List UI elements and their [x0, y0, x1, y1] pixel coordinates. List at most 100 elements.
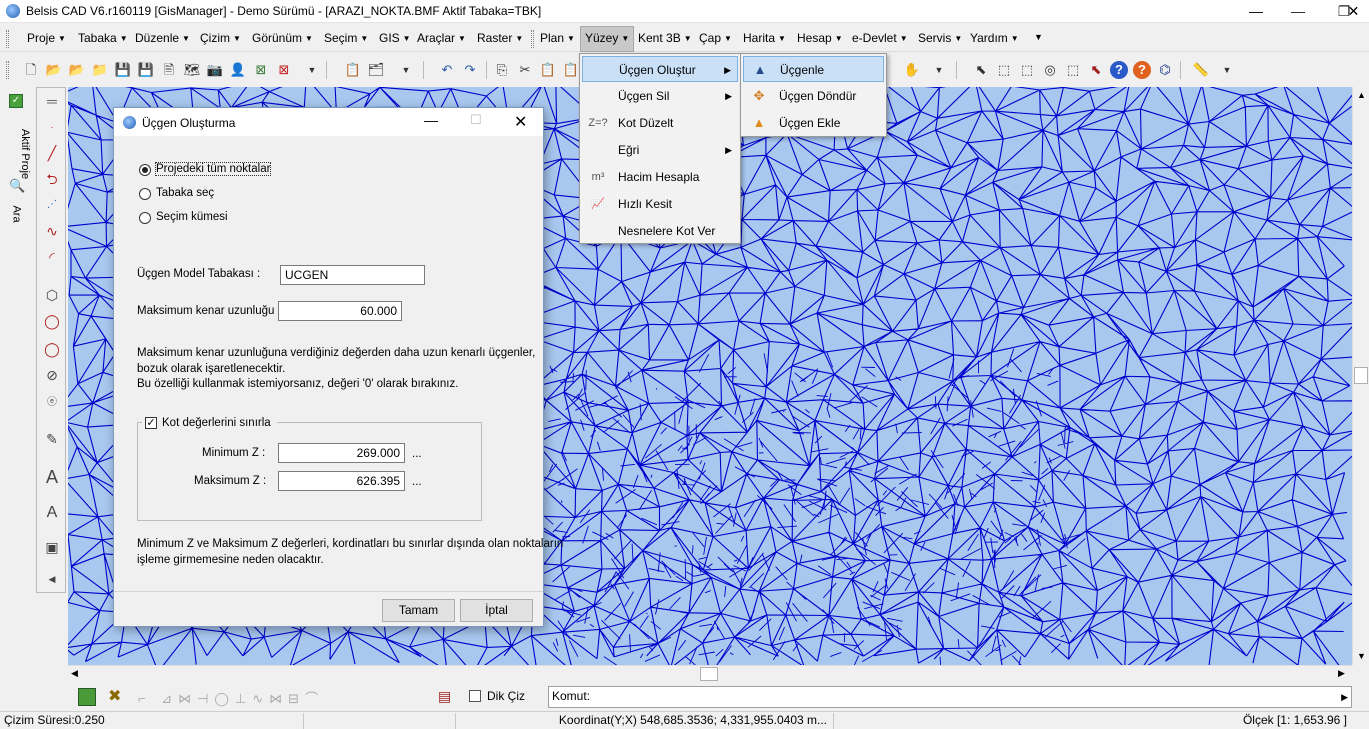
cancel-button[interactable]: İptal	[460, 599, 533, 622]
cut-icon[interactable]: ✂	[516, 61, 534, 79]
scroll-down-icon[interactable]: ▼	[1357, 651, 1366, 661]
polyline-icon[interactable]: ⮌	[41, 168, 63, 190]
layers-icon[interactable]: 🗂	[367, 61, 385, 79]
layer-stack-icon[interactable]: ▤	[438, 688, 451, 705]
open-folder-icon[interactable]: 📂	[45, 61, 63, 79]
menu-15[interactable]: e-Devlet ▼	[852, 31, 908, 47]
save-as-icon[interactable]: 💾	[137, 61, 155, 79]
point-icon[interactable]: ·	[41, 116, 63, 138]
limit-z-label[interactable]: Kot değerlerini sınırla	[162, 417, 271, 429]
radio-layer[interactable]	[139, 188, 151, 200]
max-z-input[interactable]: 626.395	[278, 471, 405, 491]
deselect-icon[interactable]: ⬉	[1087, 61, 1105, 79]
camera-icon[interactable]: 📷	[206, 61, 224, 79]
menu-7[interactable]: Araçlar ▼	[417, 31, 466, 47]
menubar-overflow-icon[interactable]: ▼	[1034, 32, 1043, 42]
yuzey-menu-item-4[interactable]: m³ Hacim Hesapla	[582, 164, 738, 190]
copy-icon[interactable]: ⎘	[493, 61, 511, 79]
menu-8[interactable]: Raster ▼	[477, 31, 523, 47]
toolbar-dropdown-4-icon[interactable]: ▼	[1218, 61, 1236, 79]
new-file-icon[interactable]: 🗋	[22, 61, 40, 79]
redo-icon[interactable]: ↷	[461, 61, 479, 79]
command-scroll-icon[interactable]: ▶	[1341, 692, 1348, 703]
tab-ara[interactable]: Ara	[11, 205, 23, 222]
menu-4[interactable]: Görünüm ▼	[252, 31, 313, 47]
menu-3[interactable]: Çizim ▼	[200, 31, 241, 47]
yuzey-menu-item-2[interactable]: Z=? Kot Düzelt	[582, 110, 738, 136]
arc-icon[interactable]: ◜	[41, 246, 63, 268]
toolbar-dropdown-3-icon[interactable]: ▼	[930, 61, 948, 79]
hscroll-thumb[interactable]	[700, 667, 718, 681]
menu-11[interactable]: Kent 3B ▼	[638, 31, 692, 47]
dialog-maximize-button[interactable]: ☐	[470, 112, 482, 128]
yuzey-menu-item-6[interactable]: Nesnelere Kot Ver	[582, 218, 738, 244]
save-icon[interactable]: 💾	[114, 61, 132, 79]
snap-modes-icons[interactable]: ⌐ ⊿⋈⊣◯⊥∿⋈⊟⌒	[138, 688, 324, 707]
select-window-icon[interactable]: ⬚	[995, 61, 1013, 79]
min-z-browse[interactable]: ...	[412, 448, 422, 460]
drawbar-collapse-icon[interactable]: ◀	[41, 568, 63, 590]
ellipse-icon[interactable]: ⓔ	[41, 392, 63, 414]
menu-1[interactable]: Tabaka ▼	[78, 31, 128, 47]
add-folder-icon[interactable]: 📁	[91, 61, 109, 79]
paste-icon[interactable]: 📋	[539, 61, 557, 79]
project-check-icon[interactable]: ✓	[9, 94, 23, 108]
vertical-scrollbar[interactable]: ▲ ▼	[1352, 87, 1369, 665]
radio-selection[interactable]	[139, 212, 151, 224]
horizontal-scrollbar[interactable]: ◀ ▶	[68, 665, 1352, 682]
close-button[interactable]: ✕	[1338, 0, 1369, 22]
min-z-input[interactable]: 269.000	[278, 443, 405, 463]
help-icon[interactable]: ?	[1133, 61, 1151, 79]
yuzey-menu-item-0[interactable]: Üçgen Oluştur ▶	[582, 56, 738, 82]
radio-all-points[interactable]	[139, 164, 151, 176]
info-icon[interactable]: ?	[1110, 61, 1128, 79]
max-z-browse[interactable]: ...	[412, 476, 422, 488]
minimize-button-2[interactable]: —	[1233, 0, 1279, 22]
select-circle-icon[interactable]: ◎	[1041, 61, 1059, 79]
yuzey-menu-item-3[interactable]: Eğri ▶	[582, 137, 738, 163]
search-icon[interactable]: 🔍	[9, 178, 25, 194]
pen-icon[interactable]: ✎	[41, 428, 63, 450]
select-cross-icon[interactable]: ⬚	[1018, 61, 1036, 79]
spline-icon[interactable]: ∿	[41, 220, 63, 242]
menu-5[interactable]: Seçim ▼	[324, 31, 368, 47]
spline-points-icon[interactable]: ⋰	[41, 194, 63, 216]
ruler-icon[interactable]: 📏	[1190, 61, 1212, 79]
select-arrow-icon[interactable]: ⬉	[972, 61, 990, 79]
undo-icon[interactable]: ↶	[438, 61, 456, 79]
polygon-icon[interactable]: ⬡	[41, 284, 63, 306]
layer-color-icon[interactable]	[78, 688, 96, 706]
command-input[interactable]: Komut: ▶	[548, 686, 1352, 708]
menu-14[interactable]: Hesap ▼	[797, 31, 843, 47]
line-icon[interactable]: ╱	[41, 142, 63, 164]
menu-0[interactable]: Proje ▼	[27, 31, 66, 47]
binoculars-icon[interactable]: ⌬	[1156, 61, 1174, 79]
dialog-close-button[interactable]: ✕	[514, 112, 527, 132]
menu-17[interactable]: Yardım ▼	[970, 31, 1019, 47]
text-path-icon[interactable]: A	[41, 502, 63, 524]
toolbar-dropdown-icon[interactable]: ▼	[303, 61, 321, 79]
paste-special-icon[interactable]: 📋	[562, 61, 580, 79]
export-icon[interactable]: ⊠	[275, 61, 293, 79]
tab-aktif-proje[interactable]: Aktif Proje	[19, 129, 31, 179]
ucgen-submenu-item-0[interactable]: ▲ Üçgenle	[743, 56, 884, 82]
open-folder-2-icon[interactable]: 📂	[68, 61, 86, 79]
menu-16[interactable]: Servis ▼	[918, 31, 962, 47]
circle-icon[interactable]: ◯	[41, 310, 63, 332]
max-edge-input[interactable]: 60.000	[278, 301, 402, 321]
user-icon[interactable]: 👤	[229, 61, 247, 79]
yuzey-menu-item-5[interactable]: 📈 Hızlı Kesit	[582, 191, 738, 217]
print-preview-icon[interactable]: 🖹	[160, 61, 178, 79]
yuzey-menu-item-1[interactable]: Üçgen Sil ▶	[582, 83, 738, 109]
layer-input[interactable]: UCGEN	[280, 265, 425, 285]
circle-center-icon[interactable]: ⊘	[41, 364, 63, 386]
pan-icon[interactable]: ✋	[903, 61, 921, 79]
menu-13[interactable]: Harita ▼	[743, 31, 786, 47]
google-icon[interactable]: 🗺	[183, 61, 201, 79]
select-all-icon[interactable]: ⬚	[1064, 61, 1082, 79]
ok-button[interactable]: Tamam	[382, 599, 455, 622]
vscroll-thumb[interactable]	[1354, 367, 1368, 384]
radio-layer-label[interactable]: Tabaka seç	[156, 187, 214, 199]
toolbar-grip[interactable]	[6, 61, 9, 79]
circle-3p-icon[interactable]: ◯	[41, 338, 63, 360]
